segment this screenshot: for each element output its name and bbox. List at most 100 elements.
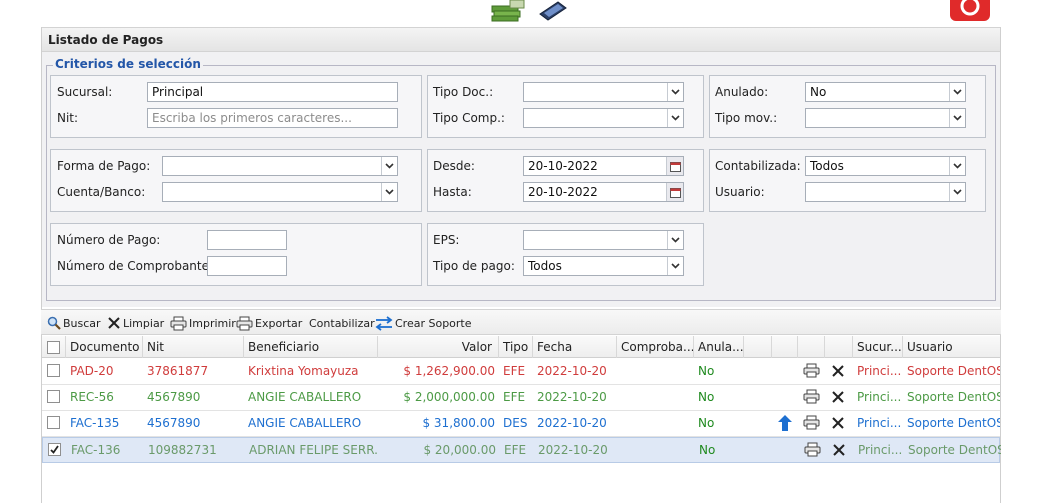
numero-pago-input[interactable] bbox=[207, 230, 287, 250]
header-tipo[interactable]: Tipo bbox=[499, 336, 533, 358]
cell-valor: $ 1,262,900.00 bbox=[403, 364, 495, 378]
anulado-select[interactable]: No bbox=[805, 82, 966, 102]
numero-pago-label: Número de Pago: bbox=[57, 233, 161, 247]
printer-icon[interactable] bbox=[803, 415, 820, 433]
hasta-label: Hasta: bbox=[433, 185, 472, 199]
cell-valor: $ 2,000,000.00 bbox=[403, 390, 495, 404]
chevron-down-icon[interactable] bbox=[381, 157, 397, 175]
crear-soporte-button[interactable]: Crear Soporte bbox=[375, 314, 472, 332]
calendar-icon[interactable] bbox=[666, 183, 683, 201]
upload-arrow-icon[interactable] bbox=[778, 415, 792, 434]
money-stack-icon bbox=[491, 0, 525, 22]
header-usuario[interactable]: Usuario bbox=[903, 336, 1000, 358]
cuenta-banco-label: Cuenta/Banco: bbox=[57, 185, 146, 199]
buscar-label: Buscar bbox=[63, 316, 101, 330]
row-checkbox[interactable] bbox=[47, 364, 60, 377]
tipo-comp-label: Tipo Comp.: bbox=[433, 111, 505, 125]
cell-beneficiario: ADRIAN FELIPE SERR... bbox=[249, 443, 379, 457]
nit-input[interactable]: Escriba los primeros caracteres... bbox=[147, 108, 398, 128]
cell-sucursal: Princi... bbox=[857, 364, 902, 378]
cell-valor: $ 20,000.00 bbox=[423, 443, 496, 457]
cell-usuario: Soporte DentOS bbox=[907, 416, 1000, 430]
eps-select[interactable] bbox=[523, 230, 684, 250]
row-checkbox[interactable] bbox=[47, 390, 60, 403]
cell-beneficiario: Krixtina Yomayuza bbox=[248, 364, 359, 378]
cell-documento: FAC-135 bbox=[70, 416, 120, 430]
imprimir-button[interactable]: Imprimir bbox=[170, 314, 236, 332]
delete-icon[interactable] bbox=[831, 390, 845, 407]
chevron-down-icon[interactable] bbox=[381, 183, 397, 201]
printer-icon[interactable] bbox=[803, 389, 820, 407]
tipo-doc-select[interactable] bbox=[523, 82, 684, 102]
limpiar-button[interactable]: Limpiar bbox=[107, 314, 164, 332]
cell-tipo: EFE bbox=[503, 390, 526, 404]
cell-beneficiario: ANGIE CABALLERO bbox=[248, 390, 362, 404]
imprimir-label: Imprimir bbox=[189, 316, 236, 330]
sucursal-input[interactable]: Principal bbox=[147, 82, 398, 102]
cell-anulado: No bbox=[699, 443, 716, 457]
usuario-label: Usuario: bbox=[715, 185, 765, 199]
close-icon bbox=[108, 317, 120, 329]
header-anulado[interactable]: Anula... bbox=[694, 336, 744, 358]
cell-documento: REC-56 bbox=[70, 390, 114, 404]
tipo-pago-select[interactable]: Todos bbox=[523, 256, 684, 276]
header-beneficiario[interactable]: Beneficiario bbox=[244, 336, 378, 358]
printer-icon bbox=[170, 316, 187, 330]
chevron-down-icon[interactable] bbox=[667, 83, 683, 101]
header-action-4 bbox=[825, 336, 853, 358]
exportar-button[interactable]: Exportar bbox=[236, 314, 302, 332]
calendar-icon[interactable] bbox=[666, 157, 683, 175]
contabilizada-select[interactable]: Todos bbox=[805, 156, 966, 176]
header-comprobante[interactable]: Comproba... bbox=[617, 336, 694, 358]
cell-sucursal: Princi... bbox=[857, 416, 902, 430]
hasta-date-input[interactable]: 20-10-2022 bbox=[523, 182, 684, 202]
contabilizar-button[interactable]: Contabilizar bbox=[309, 314, 375, 332]
chevron-down-icon[interactable] bbox=[667, 257, 683, 275]
chevron-down-icon[interactable] bbox=[667, 109, 683, 127]
cell-tipo: EFE bbox=[503, 364, 526, 378]
table-row[interactable]: FAC-135 4567890 ANGIE CABALLERO $ 31,800.00… bbox=[42, 411, 1000, 437]
numero-comprobante-input[interactable] bbox=[207, 256, 287, 276]
crear-soporte-label: Crear Soporte bbox=[395, 316, 472, 330]
anulado-label: Anulado: bbox=[715, 85, 769, 99]
tipo-mov-label: Tipo mov.: bbox=[715, 111, 778, 125]
desde-date-input[interactable]: 20-10-2022 bbox=[523, 156, 684, 176]
numero-comprobante-label: Número de Comprobante: bbox=[57, 259, 214, 273]
select-all-checkbox[interactable] bbox=[47, 341, 60, 354]
cell-usuario: Soporte DentOS bbox=[907, 364, 1000, 378]
cell-documento: FAC-136 bbox=[71, 443, 121, 457]
chevron-down-icon[interactable] bbox=[949, 157, 965, 175]
cell-sucursal: Princi... bbox=[858, 443, 903, 457]
table-row[interactable]: REC-56 4567890 ANGIE CABALLERO $ 2,000,000.… bbox=[42, 385, 1000, 411]
contabilizada-value: Todos bbox=[810, 159, 844, 173]
table-row[interactable]: PAD-20 37861877 Krixtina Yomayuza $ 1,262,9… bbox=[42, 359, 1000, 385]
cell-nit: 4567890 bbox=[147, 390, 201, 404]
tipo-pago-label: Tipo de pago: bbox=[433, 259, 515, 273]
close-app-icon[interactable] bbox=[950, 0, 990, 22]
header-valor[interactable]: Valor bbox=[378, 336, 499, 358]
buscar-button[interactable]: Buscar bbox=[47, 314, 101, 332]
header-sucursal[interactable]: Sucur... bbox=[853, 336, 903, 358]
contabilizar-label: Contabilizar bbox=[309, 316, 375, 330]
chevron-down-icon[interactable] bbox=[949, 183, 965, 201]
delete-icon[interactable] bbox=[831, 364, 845, 381]
printer-icon[interactable] bbox=[804, 442, 821, 460]
header-documento[interactable]: Documento bbox=[66, 336, 143, 358]
cell-fecha: 2022-10-20 bbox=[537, 390, 607, 404]
tipo-mov-select[interactable] bbox=[805, 108, 966, 128]
header-nit[interactable]: Nit bbox=[143, 336, 244, 358]
delete-icon[interactable] bbox=[831, 416, 845, 433]
delete-icon[interactable] bbox=[832, 443, 846, 460]
row-checkbox[interactable] bbox=[48, 443, 61, 456]
chevron-down-icon[interactable] bbox=[667, 231, 683, 249]
forma-pago-select[interactable] bbox=[162, 156, 398, 176]
chevron-down-icon[interactable] bbox=[949, 83, 965, 101]
header-fecha[interactable]: Fecha bbox=[533, 336, 617, 358]
printer-icon[interactable] bbox=[803, 363, 820, 381]
chevron-down-icon[interactable] bbox=[949, 109, 965, 127]
row-checkbox[interactable] bbox=[47, 416, 60, 429]
cuenta-banco-select[interactable] bbox=[162, 182, 398, 202]
table-row[interactable]: FAC-136 109882731 ADRIAN FELIPE SERR... $ 2… bbox=[42, 437, 1001, 463]
usuario-select[interactable] bbox=[805, 182, 966, 202]
tipo-comp-select[interactable] bbox=[523, 108, 684, 128]
